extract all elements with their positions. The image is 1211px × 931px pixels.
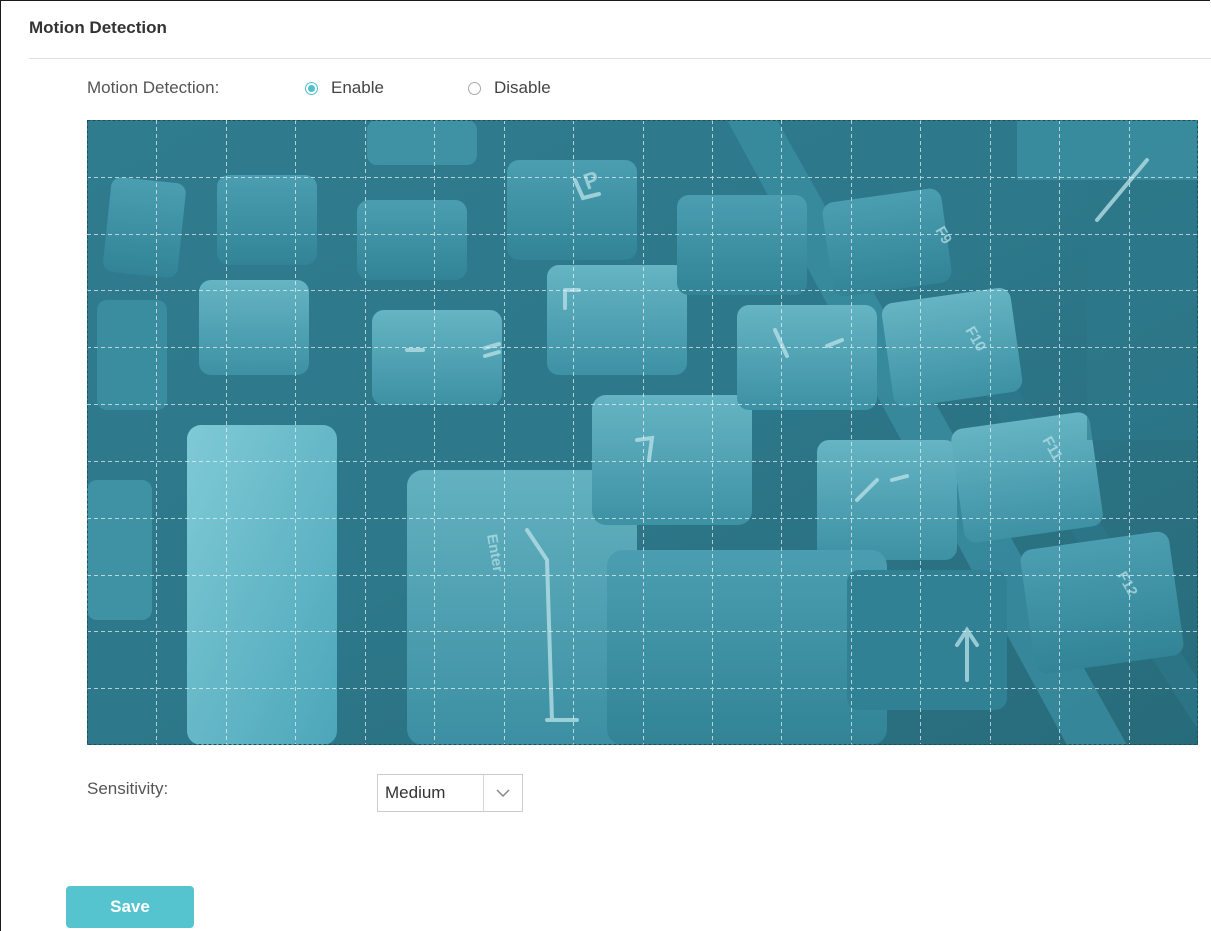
sensitivity-label: Sensitivity: <box>87 779 169 798</box>
color-overlay <box>87 120 1198 745</box>
enable-radio-label: Enable <box>331 78 384 97</box>
motion-detection-area[interactable]: F9 F10 F11 F12 P Enter <box>87 120 1198 745</box>
section-divider <box>29 58 1211 59</box>
section-title: Motion Detection <box>29 18 167 37</box>
chevron-down-icon[interactable] <box>483 775 522 811</box>
save-button[interactable]: Save <box>66 886 194 928</box>
sensitivity-value: Medium <box>385 783 446 802</box>
enable-radio-button[interactable] <box>305 81 318 95</box>
disable-radio-option[interactable]: Disable <box>468 78 551 98</box>
disable-radio-button[interactable] <box>468 81 481 95</box>
disable-radio-label: Disable <box>494 78 551 97</box>
enable-radio-option[interactable]: Enable <box>305 78 384 98</box>
camera-preview-image: F9 F10 F11 F12 P Enter <box>87 120 1198 745</box>
motion-detection-label: Motion Detection: <box>87 78 220 97</box>
sensitivity-select[interactable]: Medium <box>377 774 523 812</box>
